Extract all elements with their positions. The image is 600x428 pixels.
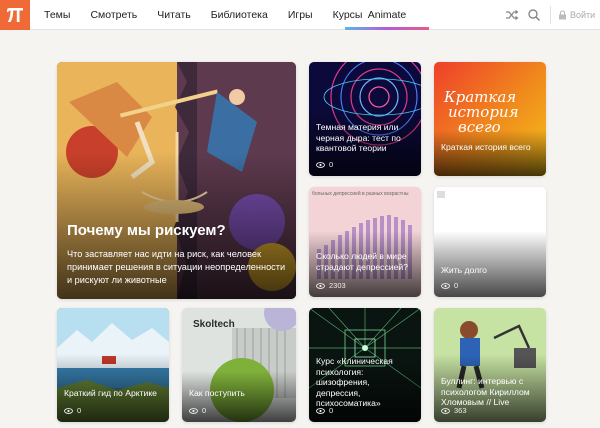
tab-animate[interactable]: Animate — [345, 0, 429, 30]
views-counter: 0 — [441, 281, 458, 290]
views-counter: 363 — [441, 406, 467, 415]
card-brief-history[interactable]: Краткая история всего Краткая история вс… — [434, 62, 546, 176]
login-label: Войти — [570, 10, 596, 20]
views-count: 0 — [77, 406, 82, 415]
card-description: Что заставляет нас идти на риск, как чел… — [67, 249, 286, 285]
views-counter: 0 — [316, 406, 333, 415]
nav-item-games[interactable]: Игры — [288, 9, 313, 21]
eye-icon — [189, 407, 198, 414]
card-title: Как поступить — [189, 388, 245, 398]
login-button[interactable]: Войти — [558, 0, 595, 30]
card-depression[interactable]: больных депрессией в разных возрастны Ск… — [309, 187, 421, 297]
eye-icon — [316, 282, 325, 289]
card-live-long[interactable]: Жить долго 0 — [434, 187, 546, 297]
skoltech-logo: Skoltech — [193, 319, 235, 330]
views-count: 0 — [202, 406, 207, 415]
views-counter: 2303 — [316, 281, 346, 290]
logo[interactable] — [0, 0, 30, 30]
card-dark-matter[interactable]: Темная материя или черная дыра: тест по … — [309, 62, 421, 176]
views-count: 0 — [329, 406, 334, 415]
header-divider — [550, 6, 551, 24]
card-clinical-psychology[interactable]: Курс «Клиническая психология: шизофрения… — [309, 308, 421, 422]
card-title: Буллинг: интервью с психологом Кириллом … — [441, 376, 530, 407]
card-title: Краткий гид по Арктике — [64, 388, 157, 398]
views-counter: 0 — [64, 406, 81, 415]
views-count: 363 — [454, 406, 467, 415]
top-bar: Темы Смотреть Читать Библиотека Игры Кур… — [0, 0, 600, 30]
nav-item-topics[interactable]: Темы — [44, 9, 70, 21]
eye-icon — [316, 161, 325, 168]
nav-item-library[interactable]: Библиотека — [211, 9, 268, 21]
nav-item-read[interactable]: Читать — [157, 9, 190, 21]
views-count: 0 — [454, 281, 459, 290]
card-skoltech[interactable]: Skoltech Как поступить 0 — [182, 308, 296, 422]
nav-item-watch[interactable]: Смотреть — [90, 9, 137, 21]
card-bullying-interview[interactable]: Буллинг: интервью с психологом Кириллом … — [434, 308, 546, 422]
card-title: Почему мы рискуем? — [67, 222, 226, 239]
eye-icon — [441, 282, 450, 289]
history-art-text: Краткая история всего — [444, 88, 519, 136]
eye-icon — [64, 407, 73, 414]
card-title: Краткая история всего — [441, 142, 531, 152]
card-title: Жить долго — [441, 265, 487, 275]
chart-caption: больных депрессией в разных возрастны — [312, 191, 409, 197]
pi-logo-icon — [7, 8, 23, 22]
views-counter: 0 — [189, 406, 206, 415]
shuffle-icon[interactable] — [505, 8, 519, 22]
card-arctic[interactable]: Краткий гид по Арктике 0 — [57, 308, 169, 422]
card-title: Темная материя или черная дыра: тест по … — [316, 122, 401, 153]
views-count: 2303 — [329, 281, 346, 290]
card-why-we-risk[interactable]: Почему мы рискуем? Что заставляет нас ид… — [57, 62, 296, 299]
views-counter: 0 — [316, 160, 333, 169]
card-title: Курс «Клиническая психология: шизофрения… — [316, 356, 393, 408]
search-icon[interactable] — [527, 8, 541, 22]
eye-icon — [441, 407, 450, 414]
lock-icon — [559, 10, 566, 20]
main-nav: Темы Смотреть Читать Библиотека Игры Кур… — [44, 0, 382, 30]
eye-icon — [316, 407, 325, 414]
card-title: Сколько людей в мире страдают депрессией… — [316, 251, 408, 272]
views-count: 0 — [329, 160, 334, 169]
